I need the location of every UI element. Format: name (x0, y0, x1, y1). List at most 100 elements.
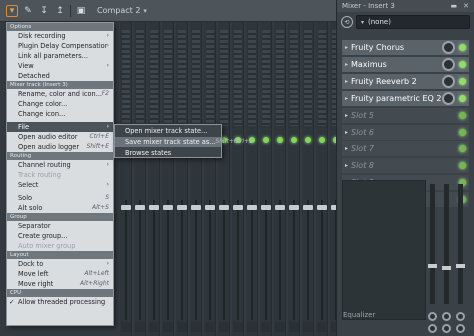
volume-fader-handle[interactable] (177, 205, 187, 210)
mixer-track-strip[interactable] (246, 22, 258, 336)
effect-slot[interactable]: ▸ Fruity parametric EQ 2 (342, 90, 469, 106)
menu-item-change-color[interactable]: Change color... (7, 99, 113, 109)
eq-band-fader[interactable] (458, 184, 463, 304)
route-selector[interactable] (317, 322, 327, 332)
slot-enable-led[interactable] (459, 162, 466, 170)
menu-item-open-audio-logger[interactable]: Open audio logger Shift+E (7, 142, 113, 152)
slot-enable-led[interactable] (459, 44, 466, 51)
menu-item-alt-solo[interactable]: Alt solo Alt+S (7, 203, 113, 213)
mixer-track-strip[interactable] (176, 22, 188, 336)
eq-knob[interactable] (442, 312, 451, 321)
upload-icon[interactable]: ↥ (54, 5, 66, 17)
route-selector[interactable] (163, 322, 173, 332)
mixer-track-strip[interactable] (288, 22, 300, 336)
options-menu-icon[interactable]: ▾ (6, 4, 18, 17)
minimize-icon[interactable]: ▬ (451, 2, 458, 10)
route-selector[interactable] (233, 322, 243, 332)
mixer-track-strip[interactable] (274, 22, 286, 336)
menu-item-create-group[interactable]: Create group... (7, 231, 113, 241)
effect-slot[interactable]: ▸ Fruity Reeverb 2 (342, 73, 469, 89)
volume-fader-handle[interactable] (233, 205, 243, 210)
effect-slot[interactable]: ▸ Slot 6 (342, 124, 469, 140)
effect-slot[interactable]: ▸ Slot 5 (342, 107, 469, 123)
submenu-item-open-state[interactable]: Open mixer track state... (115, 126, 221, 136)
volume-fader-handle[interactable] (275, 205, 285, 210)
mixer-track-strip[interactable] (218, 22, 230, 336)
slot-enable-led[interactable] (459, 60, 466, 68)
eq-band-fader[interactable] (444, 184, 449, 304)
menu-item-view[interactable]: View › (7, 61, 113, 71)
volume-fader-handle[interactable] (289, 205, 299, 210)
menu-item-select[interactable]: Select › (7, 180, 113, 190)
mix-level-knob[interactable] (442, 41, 455, 54)
route-selector[interactable] (135, 322, 145, 332)
menu-item-threaded-processing[interactable]: ✓ Allow threaded processing (7, 297, 113, 307)
volume-fader-handle[interactable] (317, 205, 327, 210)
effect-slot[interactable]: ▸ Maximus (342, 56, 469, 72)
volume-fader-handle[interactable] (191, 205, 201, 210)
slot-enable-led[interactable] (459, 145, 466, 153)
menu-item-link-all[interactable]: Link all parameters... (7, 51, 113, 61)
volume-fader-handle[interactable] (163, 205, 173, 210)
menu-item-rename[interactable]: Rename, color and icon... F2 (7, 89, 113, 99)
menu-item-disk-recording[interactable]: Disk recording › (7, 31, 113, 41)
menu-item-detached[interactable]: Detached (7, 71, 113, 81)
menu-item-dock-to[interactable]: Dock to › (7, 259, 113, 269)
mixer-track-strip[interactable] (316, 22, 328, 336)
route-selector[interactable] (219, 322, 229, 332)
close-icon[interactable]: ✕ (463, 2, 469, 10)
eq-fader-handle[interactable] (442, 266, 451, 270)
submenu-item-browse-states[interactable]: Browse states (115, 148, 221, 158)
eq-knob[interactable] (456, 324, 465, 333)
menu-item-separator[interactable]: Separator (7, 221, 113, 231)
eq-band-fader[interactable] (430, 184, 435, 304)
mixer-track-strip[interactable] (120, 22, 132, 336)
route-selector[interactable] (289, 322, 299, 332)
mixer-track-strip[interactable] (190, 22, 202, 336)
track-enable-led[interactable] (263, 137, 269, 143)
track-enable-led[interactable] (277, 137, 283, 143)
eq-knob[interactable] (428, 324, 437, 333)
menu-item-open-audio-editor[interactable]: Open audio editor Ctrl+E (7, 132, 113, 142)
volume-fader-handle[interactable] (135, 205, 145, 210)
mixer-track-strip[interactable] (148, 22, 160, 336)
slot-enable-led[interactable] (459, 111, 466, 119)
route-selector[interactable] (275, 322, 285, 332)
route-selector[interactable] (177, 322, 187, 332)
effect-slot[interactable]: ▸ Slot 8 (342, 158, 469, 174)
layout-icon[interactable]: ▣ (75, 5, 87, 17)
volume-fader-handle[interactable] (219, 205, 229, 210)
menu-item-move-left[interactable]: Move left Alt+Left (7, 269, 113, 279)
mixer-track-strip[interactable] (134, 22, 146, 336)
route-selector[interactable] (191, 322, 201, 332)
download-icon[interactable]: ↧ (38, 5, 50, 17)
route-selector[interactable] (247, 322, 257, 332)
slot-enable-led[interactable] (459, 77, 466, 85)
mix-level-knob[interactable] (442, 74, 455, 88)
route-selector[interactable] (303, 322, 313, 332)
volume-fader-handle[interactable] (303, 205, 313, 210)
route-selector[interactable] (205, 322, 215, 332)
eq-knob[interactable] (456, 312, 465, 321)
submenu-item-save-state[interactable]: Save mixer track state as... Shift+Ctrl+S (115, 137, 253, 147)
volume-fader-handle[interactable] (149, 205, 159, 210)
preset-selector[interactable]: Compact 2 ▾ (97, 6, 147, 15)
mixer-track-strip[interactable] (302, 22, 314, 336)
volume-fader-handle[interactable] (205, 205, 215, 210)
eq-knob[interactable] (428, 312, 437, 321)
snap-icon[interactable]: ✎ (22, 5, 34, 17)
track-enable-led[interactable] (305, 137, 311, 143)
eq-fader-handle[interactable] (456, 264, 465, 268)
menu-item-solo[interactable]: Solo S (7, 193, 113, 203)
mix-level-knob[interactable] (442, 91, 455, 105)
slot-enable-led[interactable] (459, 128, 466, 136)
mix-level-knob[interactable] (442, 57, 455, 71)
route-selector[interactable] (261, 322, 271, 332)
eq-knob[interactable] (442, 324, 451, 333)
effect-slot[interactable]: ▸ Slot 7 (342, 141, 469, 157)
volume-fader-handle[interactable] (261, 205, 271, 210)
slot-enable-led[interactable] (459, 94, 466, 102)
mixer-track-strip[interactable] (232, 22, 244, 336)
mixer-track-strip[interactable] (204, 22, 216, 336)
effect-slot[interactable]: ▸ Fruity Chorus (342, 40, 469, 55)
